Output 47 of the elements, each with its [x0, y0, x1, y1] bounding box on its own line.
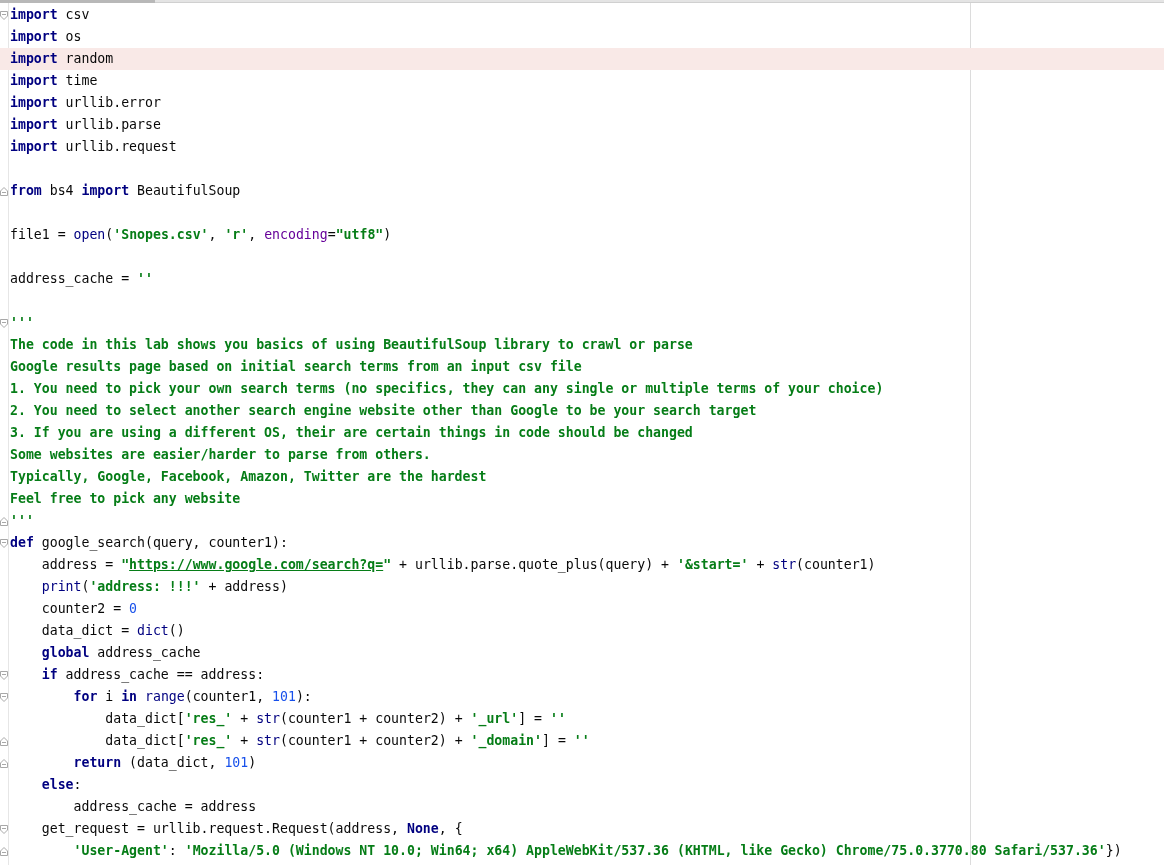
docstring-line: Typically, Google, Facebook, Amazon, Twitter are the hardest	[10, 468, 487, 486]
code-line: import random	[10, 50, 114, 68]
code-line: import urllib.parse	[10, 116, 161, 134]
code-line: else:	[41, 776, 82, 794]
code-line: address_cache = ''	[10, 270, 153, 289]
code-line: counter2 = 0	[41, 600, 138, 618]
fold-icon[interactable]	[0, 736, 8, 746]
docstring-line: The code in this lab shows you basics of using BeautifulSoup library to crawl or parse	[10, 336, 693, 354]
docstring-line: 2. You need to select another search engine website other than Google to be your search target	[10, 402, 757, 420]
scrollbar-thumb[interactable]	[0, 0, 155, 3]
fold-icon[interactable]	[0, 758, 8, 768]
docstring-line: Some websites are easier/harder to parse from others.	[10, 446, 431, 464]
fold-icon[interactable]	[0, 846, 8, 856]
docstring-line: 1. You need to pick your own search terms (no specifics, they can any single or multiple terms of your choice)	[10, 380, 884, 398]
code-line: import urllib.error	[10, 94, 161, 112]
code-line: import urllib.request	[10, 138, 177, 156]
code-line: import time	[10, 72, 98, 90]
code-line: file1 = open('Snopes.csv', 'r', encoding="utf8")	[10, 226, 392, 244]
docstring-line: Feel free to pick any website	[10, 490, 241, 508]
code-line: data_dict['res_' + str(counter1 + counter2) + '_url'] = ''	[105, 710, 566, 729]
code-line: data_dict['res_' + str(counter1 + counter2) + '_domain'] = ''	[105, 732, 590, 751]
code-line: address = "https://www.google.com/search?q=" + urllib.parse.quote_plus(query) + '&start=' + str(counter1)	[41, 556, 876, 575]
code-line: return (data_dict, 101)	[73, 754, 257, 773]
code-line: data_dict = dict()	[41, 622, 185, 641]
fold-icon[interactable]	[0, 538, 8, 548]
docstring-line: 3. If you are using a different OS, their are certain things in code should be changed	[10, 424, 693, 442]
fold-icon[interactable]	[0, 692, 8, 702]
code-line: import os	[10, 28, 82, 46]
code-line: from bs4 import BeautifulSoup	[10, 182, 241, 200]
code-line: for i in range(counter1, 101):	[73, 688, 312, 706]
fold-icon[interactable]	[0, 824, 8, 834]
fold-icon[interactable]	[0, 318, 8, 328]
code-line: if address_cache == address:	[41, 666, 265, 685]
code-line: def google_search(query, counter1):	[10, 534, 288, 553]
fold-icon[interactable]	[0, 670, 8, 680]
code-line: get_request = urllib.request.Request(address, None, {	[41, 820, 463, 839]
docstring-line: '''	[10, 314, 34, 332]
docstring-line: '''	[10, 512, 34, 530]
code-line: print('address: !!!' + address)	[41, 578, 288, 596]
fold-icon[interactable]	[0, 10, 8, 20]
docstring-line: Google results page based on initial search terms from an input csv file	[10, 358, 582, 376]
code-line: global address_cache	[41, 644, 201, 663]
code-line: 'User-Agent': 'Mozilla/5.0 (Windows NT 10.0; Win64; x64) AppleWebKit/537.36 (KHTML, like Gecko) Chrome/75.0.3770.80 Safari/537.36'})	[73, 842, 1122, 860]
fold-icon[interactable]	[0, 186, 8, 196]
code-line: address_cache = address	[73, 798, 257, 817]
fold-icon[interactable]	[0, 516, 8, 526]
code-line: import csv	[10, 6, 90, 24]
